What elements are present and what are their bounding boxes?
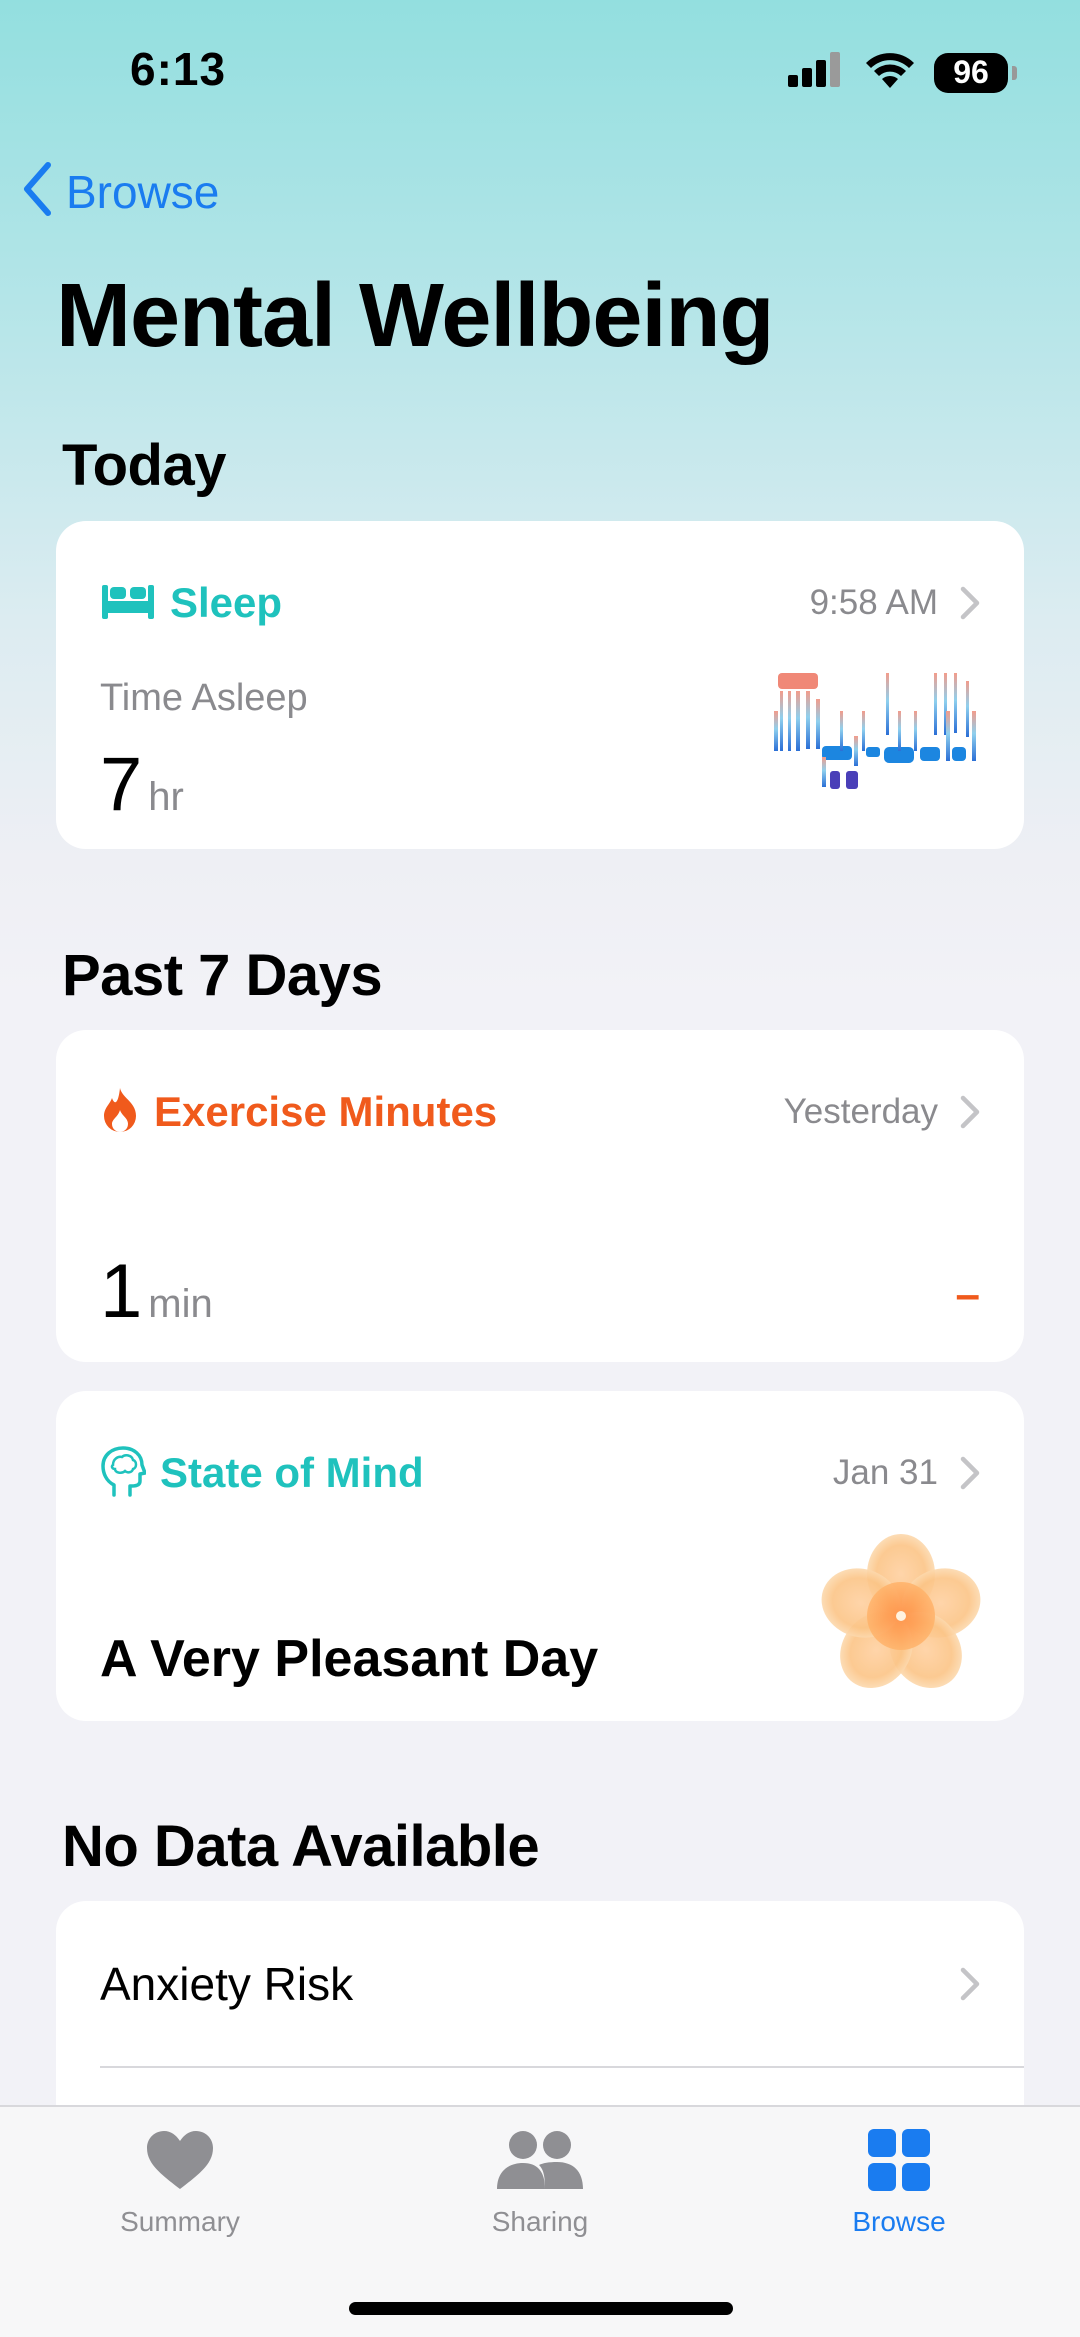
flower-mood-icon <box>816 1531 986 1706</box>
sleep-time: 9:58 AM <box>809 583 938 622</box>
chevron-right-icon <box>960 586 980 620</box>
anxiety-risk-label: Anxiety Risk <box>100 1958 354 2010</box>
page-title: Mental Wellbeing <box>56 266 774 366</box>
status-time: 6:13 <box>130 43 227 95</box>
bed-icon <box>100 581 156 626</box>
back-button[interactable]: Browse <box>22 162 219 221</box>
exercise-time: Yesterday <box>783 1092 938 1131</box>
cellular-signal-icon <box>788 51 846 94</box>
chevron-right-icon <box>960 1967 980 2001</box>
tab-sharing-label: Sharing <box>491 2206 589 2237</box>
anxiety-risk-row[interactable]: Anxiety Risk <box>56 1901 1024 2067</box>
exercise-title: Exercise Minutes <box>154 1088 498 1135</box>
brain-head-icon <box>100 1445 147 1502</box>
exercise-minutes: 1 <box>100 1249 143 1334</box>
sleep-card-header: Sleep 9:58 AM <box>100 557 980 649</box>
chevron-left-icon <box>22 162 52 221</box>
section-title-today: Today <box>62 433 227 498</box>
time-asleep-label: Time Asleep <box>100 677 308 719</box>
tab-summary-label: Summary <box>120 2206 240 2237</box>
chevron-right-icon <box>960 1456 980 1490</box>
grid-icon <box>868 2129 930 2196</box>
exercise-meta: Yesterday <box>784 1092 980 1132</box>
state-of-mind-card-header: State of Mind Jan 31 <box>100 1427 980 1519</box>
home-indicator <box>349 2302 733 2315</box>
state-of-mind-card[interactable]: State of Mind Jan 31 A Very Pleasant Day <box>56 1391 1024 1721</box>
sleep-unit: hr <box>148 775 184 819</box>
exercise-value: 1 min <box>100 1248 213 1335</box>
exercise-trend-indicator: – <box>955 1270 980 1319</box>
section-title-no-data: No Data Available <box>62 1814 540 1879</box>
section-title-past-7-days: Past 7 Days <box>62 943 383 1008</box>
tab-summary[interactable]: Summary <box>70 2129 290 2238</box>
state-of-mind-meta: Jan 31 <box>833 1453 980 1493</box>
chevron-right-icon <box>960 1095 980 1129</box>
heart-icon <box>145 2129 215 2196</box>
state-of-mind-summary: A Very Pleasant Day <box>100 1630 599 1688</box>
people-icon <box>495 2129 585 2196</box>
status-icons: 96 <box>788 50 1017 95</box>
sleep-value: 7 hr <box>100 741 184 828</box>
battery-indicator: 96 <box>934 52 1017 93</box>
back-button-label: Browse <box>66 165 220 218</box>
sleep-hours: 7 <box>100 742 143 827</box>
state-of-mind-title: State of Mind <box>160 1449 424 1496</box>
exercise-unit: min <box>148 1282 213 1326</box>
state-of-mind-date: Jan 31 <box>832 1453 938 1492</box>
flame-icon <box>100 1086 140 1139</box>
sleep-meta: 9:58 AM <box>810 583 980 623</box>
exercise-card[interactable]: Exercise Minutes Yesterday 1 min – <box>56 1030 1024 1362</box>
wifi-icon <box>864 50 916 95</box>
sleep-stages-chart <box>766 671 986 816</box>
sleep-title: Sleep <box>170 579 283 626</box>
sleep-card[interactable]: Sleep 9:58 AM Time Asleep 7 hr <box>56 521 1024 849</box>
exercise-card-header: Exercise Minutes Yesterday <box>100 1066 980 1158</box>
tab-sharing[interactable]: Sharing <box>430 2129 650 2238</box>
tab-browse-label: Browse <box>852 2206 946 2237</box>
row-divider <box>100 2066 1024 2068</box>
tab-browse[interactable]: Browse <box>789 2129 1009 2238</box>
